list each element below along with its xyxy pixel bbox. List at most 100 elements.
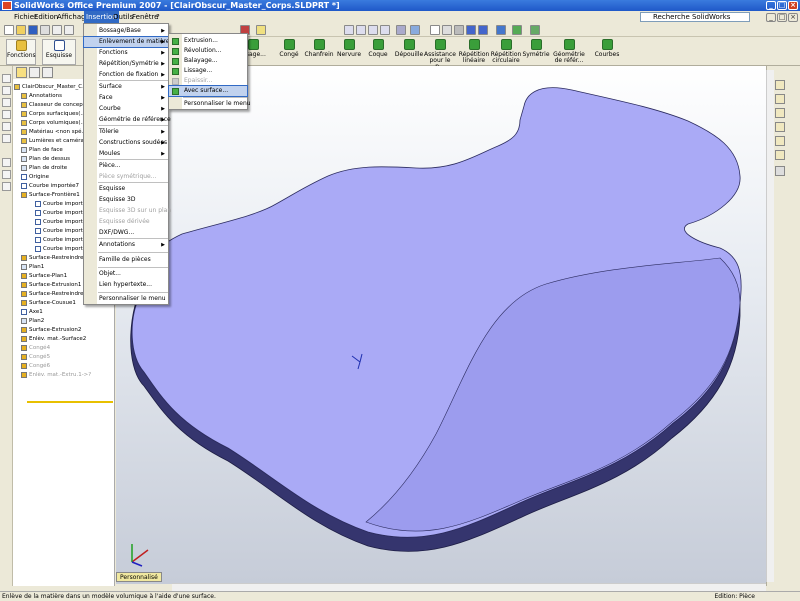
- smart-dimension-icon[interactable]: [2, 170, 11, 179]
- solidworks-resources-icon[interactable]: [775, 80, 785, 90]
- submenu-item[interactable]: Extrusion...: [169, 36, 247, 46]
- realview-pane-icon[interactable]: [775, 150, 785, 160]
- rollback-bar[interactable]: [27, 401, 113, 403]
- tree-row[interactable]: Congé5: [21, 353, 50, 362]
- close-button[interactable]: ×: [788, 1, 798, 10]
- configuration-manager-tab-icon[interactable]: [42, 67, 53, 78]
- line-tool-icon[interactable]: [2, 86, 11, 95]
- tree-row[interactable]: Lumières et caméra...: [21, 137, 89, 146]
- submenu-item[interactable]: Balayage...: [169, 56, 247, 66]
- insertion-menu-item[interactable]: Pièce...: [84, 161, 168, 171]
- tree-row[interactable]: Surface-Extrusion1: [21, 281, 81, 290]
- hidden-removed-icon[interactable]: [454, 25, 464, 35]
- insertion-menu-item[interactable]: Face ▶: [84, 93, 168, 103]
- insertion-menu-item[interactable]: Pièce symétrique...: [84, 172, 168, 182]
- search-pane-icon[interactable]: [775, 122, 785, 132]
- insertion-menu-item[interactable]: Fonction de fixation ▶: [84, 70, 168, 80]
- save-icon[interactable]: [28, 25, 38, 35]
- coque-button[interactable]: Coque: [366, 39, 390, 65]
- assistance-button[interactable]: Assistance pour le p...: [424, 39, 456, 70]
- doc-restore-button[interactable]: □: [777, 13, 787, 22]
- shadows-icon[interactable]: [496, 25, 506, 35]
- repetition-lineaire-button[interactable]: Répétition linéaire: [458, 39, 490, 65]
- shaded-icon[interactable]: [478, 25, 488, 35]
- depouille-button[interactable]: Dépouille: [394, 39, 424, 65]
- tree-row[interactable]: Surface-Restreindre...: [21, 254, 89, 263]
- menu-help[interactable]: ?: [154, 11, 162, 23]
- submenu-item[interactable]: Epaissir...: [169, 76, 247, 86]
- tree-row[interactable]: Enlèv. mat.-Surface2: [21, 335, 86, 344]
- insertion-menu-item[interactable]: Lien hypertexte...: [84, 280, 168, 290]
- insertion-menu-item[interactable]: Esquisse 3D: [84, 195, 168, 205]
- tree-row[interactable]: Corps volumiques(...: [21, 119, 86, 128]
- hidden-lines-icon[interactable]: [442, 25, 452, 35]
- tree-root[interactable]: ClairObscur_Master_C...: [14, 83, 87, 92]
- tree-row[interactable]: Surface-Restreindre...: [21, 290, 89, 299]
- select-icon[interactable]: [64, 25, 74, 35]
- insertion-menu-item[interactable]: Fonctions ▶: [84, 48, 168, 58]
- property-manager-tab-icon[interactable]: [29, 67, 40, 78]
- section-view-icon[interactable]: [396, 25, 406, 35]
- zoom-area-icon[interactable]: [356, 25, 366, 35]
- insertion-menu-item[interactable]: Surface ▶: [84, 82, 168, 92]
- tree-row[interactable]: Enlèv. mat.-Extru.1->?: [21, 371, 91, 380]
- tree-row[interactable]: Congé6: [21, 362, 50, 371]
- nervure-button[interactable]: Nervure: [336, 39, 362, 65]
- insertion-menu-item[interactable]: DXF/DWG...: [84, 228, 168, 238]
- pan-icon[interactable]: [380, 25, 390, 35]
- insertion-menu-item[interactable]: Enlèvement de matière ▶: [83, 36, 169, 48]
- tree-row[interactable]: Plan de dessus: [21, 155, 70, 164]
- design-library-icon[interactable]: [775, 94, 785, 104]
- vertical-scrollbar[interactable]: [766, 70, 774, 582]
- shaded-edges-icon[interactable]: [466, 25, 476, 35]
- submenu-item[interactable]: Lissage...: [169, 66, 247, 76]
- appearance-icon[interactable]: [530, 25, 540, 35]
- undo-icon[interactable]: [52, 25, 62, 35]
- realview-icon[interactable]: [512, 25, 522, 35]
- insertion-menu-item[interactable]: Tôlerie ▶: [84, 127, 168, 137]
- print-icon[interactable]: [40, 25, 50, 35]
- tree-row[interactable]: Plan1: [21, 263, 44, 272]
- insertion-menu-item[interactable]: Esquisse dérivée: [84, 217, 168, 227]
- tree-row[interactable]: Courbe importée7: [21, 182, 79, 191]
- symetrie-button[interactable]: Symétrie: [522, 39, 550, 65]
- conge-button[interactable]: Congé: [276, 39, 302, 65]
- minimize-button[interactable]: _: [766, 1, 776, 10]
- graphics-viewport[interactable]: [116, 66, 766, 584]
- insertion-menu-item[interactable]: Géométrie de référence ▶: [84, 115, 171, 125]
- tree-row[interactable]: Surface-Frontière1: [21, 191, 80, 200]
- open-icon[interactable]: [16, 25, 26, 35]
- search-input[interactable]: Recherche SolidWorks: [640, 12, 750, 22]
- chanfrein-button[interactable]: Chanfrein: [304, 39, 334, 65]
- tree-row[interactable]: Plan de droite: [21, 164, 67, 173]
- doc-minimize-button[interactable]: _: [766, 13, 776, 22]
- insertion-menu-item[interactable]: Bossage/Base ▶: [84, 26, 168, 36]
- doc-close-button[interactable]: ×: [788, 13, 798, 22]
- wireframe-icon[interactable]: [430, 25, 440, 35]
- tree-row[interactable]: Plan de face: [21, 146, 63, 155]
- view-palette-icon[interactable]: [775, 136, 785, 146]
- submenu-item[interactable]: Révolution...: [169, 46, 247, 56]
- maximize-button[interactable]: □: [777, 1, 787, 10]
- relation-tool-icon[interactable]: [2, 182, 11, 191]
- tree-row[interactable]: Annotations: [21, 92, 62, 101]
- circle-tool-icon[interactable]: [2, 110, 11, 119]
- tree-row[interactable]: Surface-Plan1: [21, 272, 67, 281]
- tree-row[interactable]: Surface-Cousue1: [21, 299, 76, 308]
- insertion-menu-item[interactable]: Moules ▶: [84, 149, 168, 159]
- insertion-menu-item[interactable]: Constructions soudées ▶: [84, 138, 168, 148]
- fonctions-tab[interactable]: Fonctions: [6, 39, 36, 65]
- spline-tool-icon[interactable]: [2, 134, 11, 143]
- courbes-button[interactable]: Courbes: [594, 39, 620, 65]
- submenu-item[interactable]: Personnaliser le menu: [169, 99, 251, 109]
- tree-row[interactable]: Surface-Extrusion2: [21, 326, 81, 335]
- tree-row[interactable]: Axe1: [21, 308, 43, 317]
- sketch-tool-icon[interactable]: [2, 74, 11, 83]
- insertion-menu-item[interactable]: Courbe ▶: [84, 104, 168, 114]
- view-orientation-icon[interactable]: [410, 25, 420, 35]
- tree-row[interactable]: Corps surfaciques(...: [21, 110, 86, 119]
- insertion-menu-item[interactable]: Répétition/Symétrie ▶: [84, 59, 168, 69]
- esquisse-tab[interactable]: Esquisse: [42, 39, 76, 65]
- rotate-icon[interactable]: [368, 25, 378, 35]
- tree-row[interactable]: Plan2: [21, 317, 44, 326]
